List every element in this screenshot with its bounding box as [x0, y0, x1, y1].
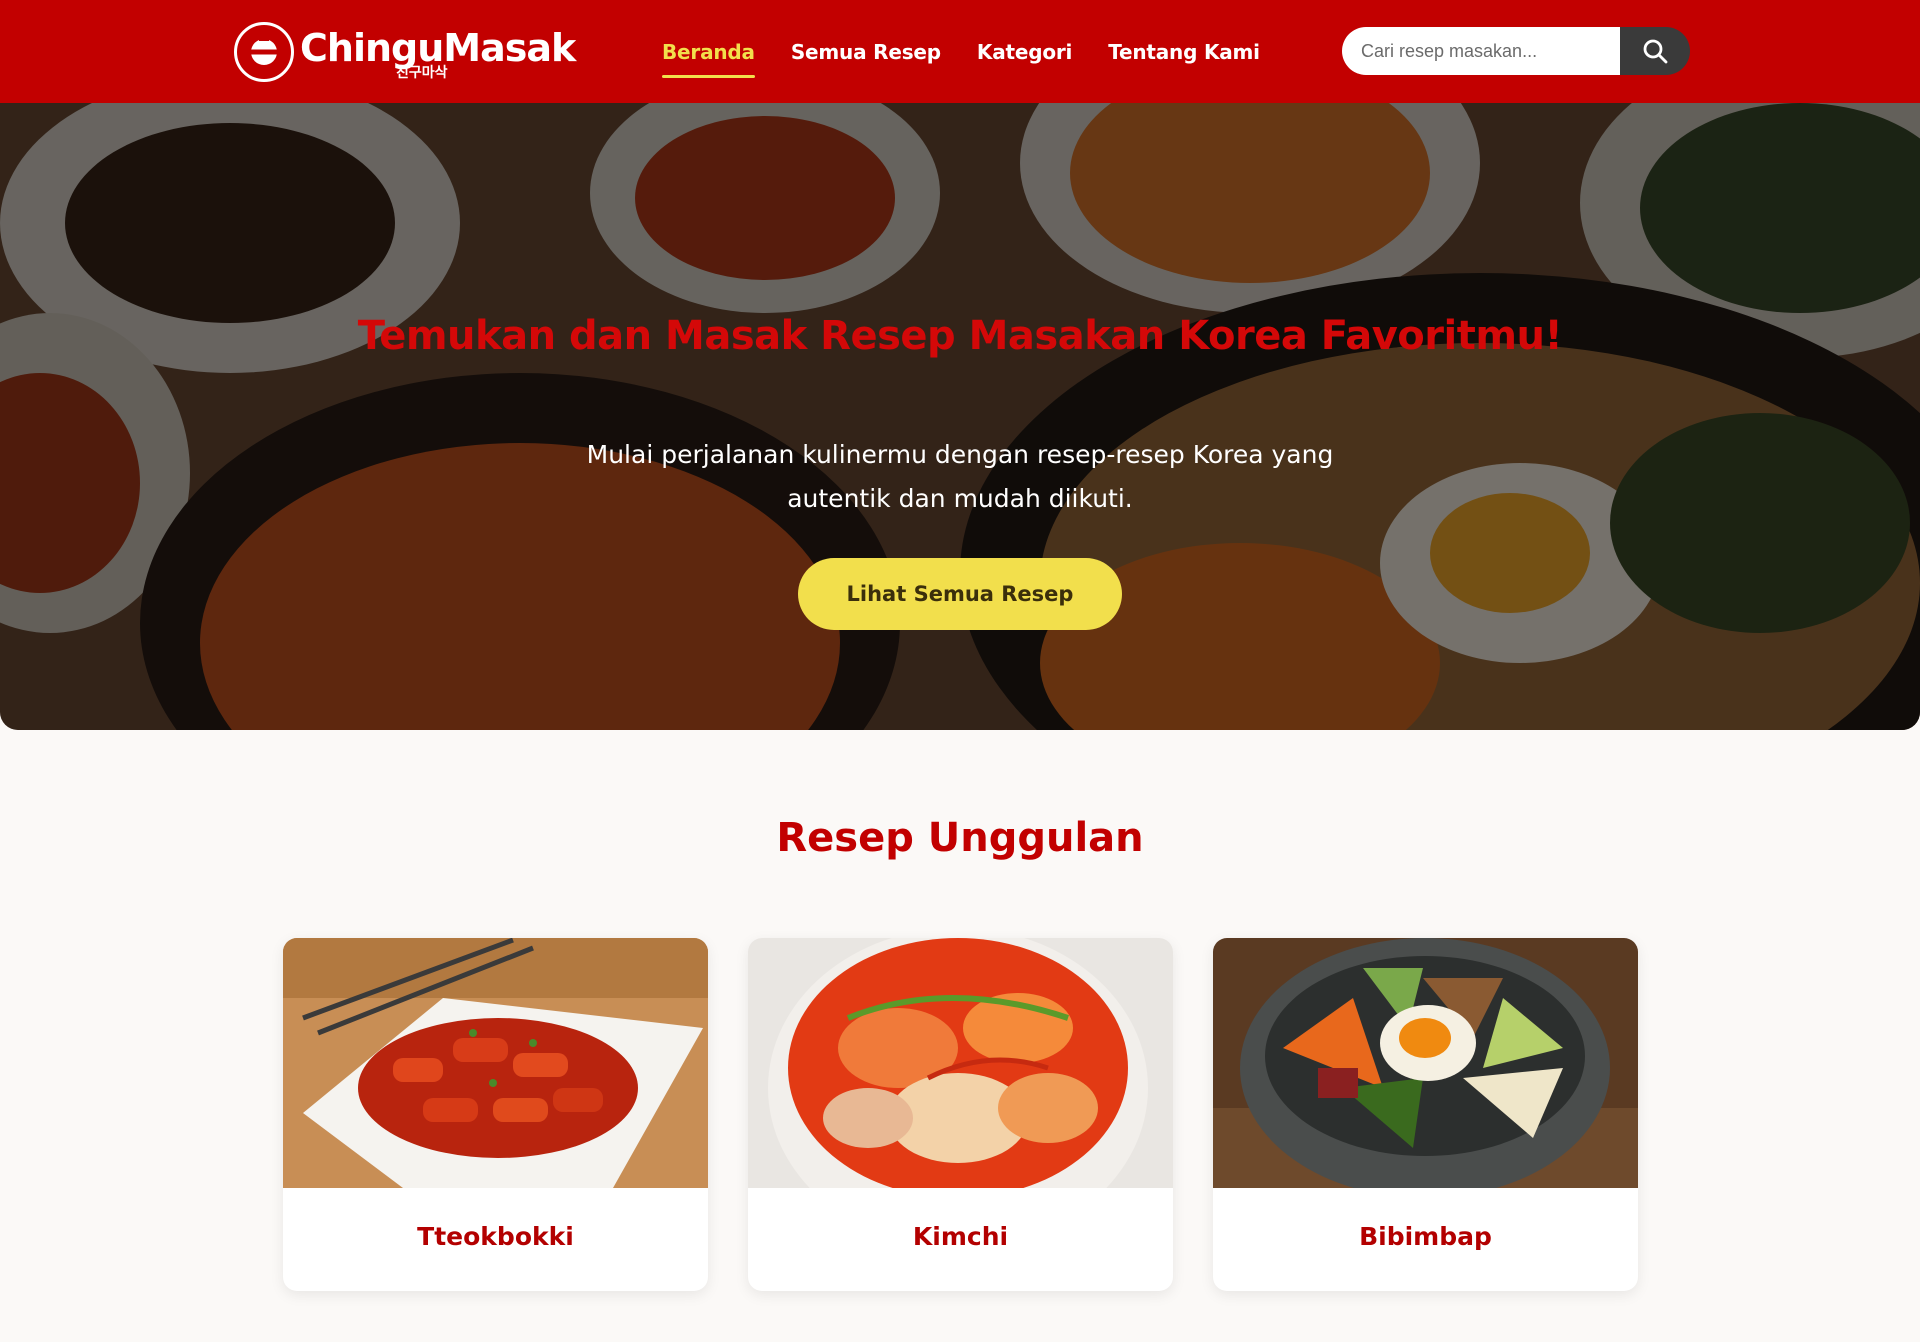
nav-item-semua-resep[interactable]: Semua Resep — [791, 40, 941, 64]
main-nav: Beranda Semua Resep Kategori Tentang Kam… — [662, 0, 1296, 103]
tteokbokki-image — [283, 938, 708, 1188]
brand-logo[interactable]: ChinguMasak 친구마삭 — [234, 20, 576, 84]
kimchi-image — [748, 938, 1173, 1188]
recipe-name: Bibimbap — [1359, 1222, 1492, 1251]
nav-item-kategori[interactable]: Kategori — [977, 40, 1072, 64]
featured-section-title: Resep Unggulan — [776, 815, 1144, 861]
search-bar — [1342, 27, 1690, 75]
brand-wordmark: ChinguMasak 친구마삭 — [300, 20, 576, 84]
hero-subtitle: Mulai perjalanan kulinermu dengan resep-… — [586, 440, 1334, 513]
nav-item-tentang-kami[interactable]: Tentang Kami — [1108, 40, 1260, 64]
recipe-name: Tteokbokki — [417, 1222, 574, 1251]
recipe-card-bibimbap[interactable]: Bibimbap — [1213, 938, 1638, 1291]
recipe-card-tteokbokki[interactable]: Tteokbokki — [283, 938, 708, 1291]
view-all-recipes-button[interactable]: Lihat Semua Resep — [798, 558, 1122, 630]
hero-overlay — [0, 103, 1920, 730]
search-button[interactable] — [1620, 27, 1690, 75]
bowl-logo-icon — [234, 22, 294, 82]
hero-banner: Temukan dan Masak Resep Masakan Korea Fa… — [0, 103, 1920, 730]
nav-item-beranda[interactable]: Beranda — [662, 40, 755, 78]
recipe-name: Kimchi — [912, 1222, 1009, 1251]
recipe-card-kimchi[interactable]: Kimchi — [748, 938, 1173, 1291]
search-icon — [1643, 39, 1668, 64]
navbar: ChinguMasak 친구마삭 Beranda Semua Resep Kat… — [0, 0, 1920, 103]
hero-title: Temukan dan Masak Resep Masakan Korea Fa… — [357, 313, 1563, 359]
search-input[interactable] — [1342, 27, 1620, 75]
brand-korean-name: 친구마삭 — [396, 65, 448, 81]
bibimbap-image — [1213, 938, 1638, 1188]
